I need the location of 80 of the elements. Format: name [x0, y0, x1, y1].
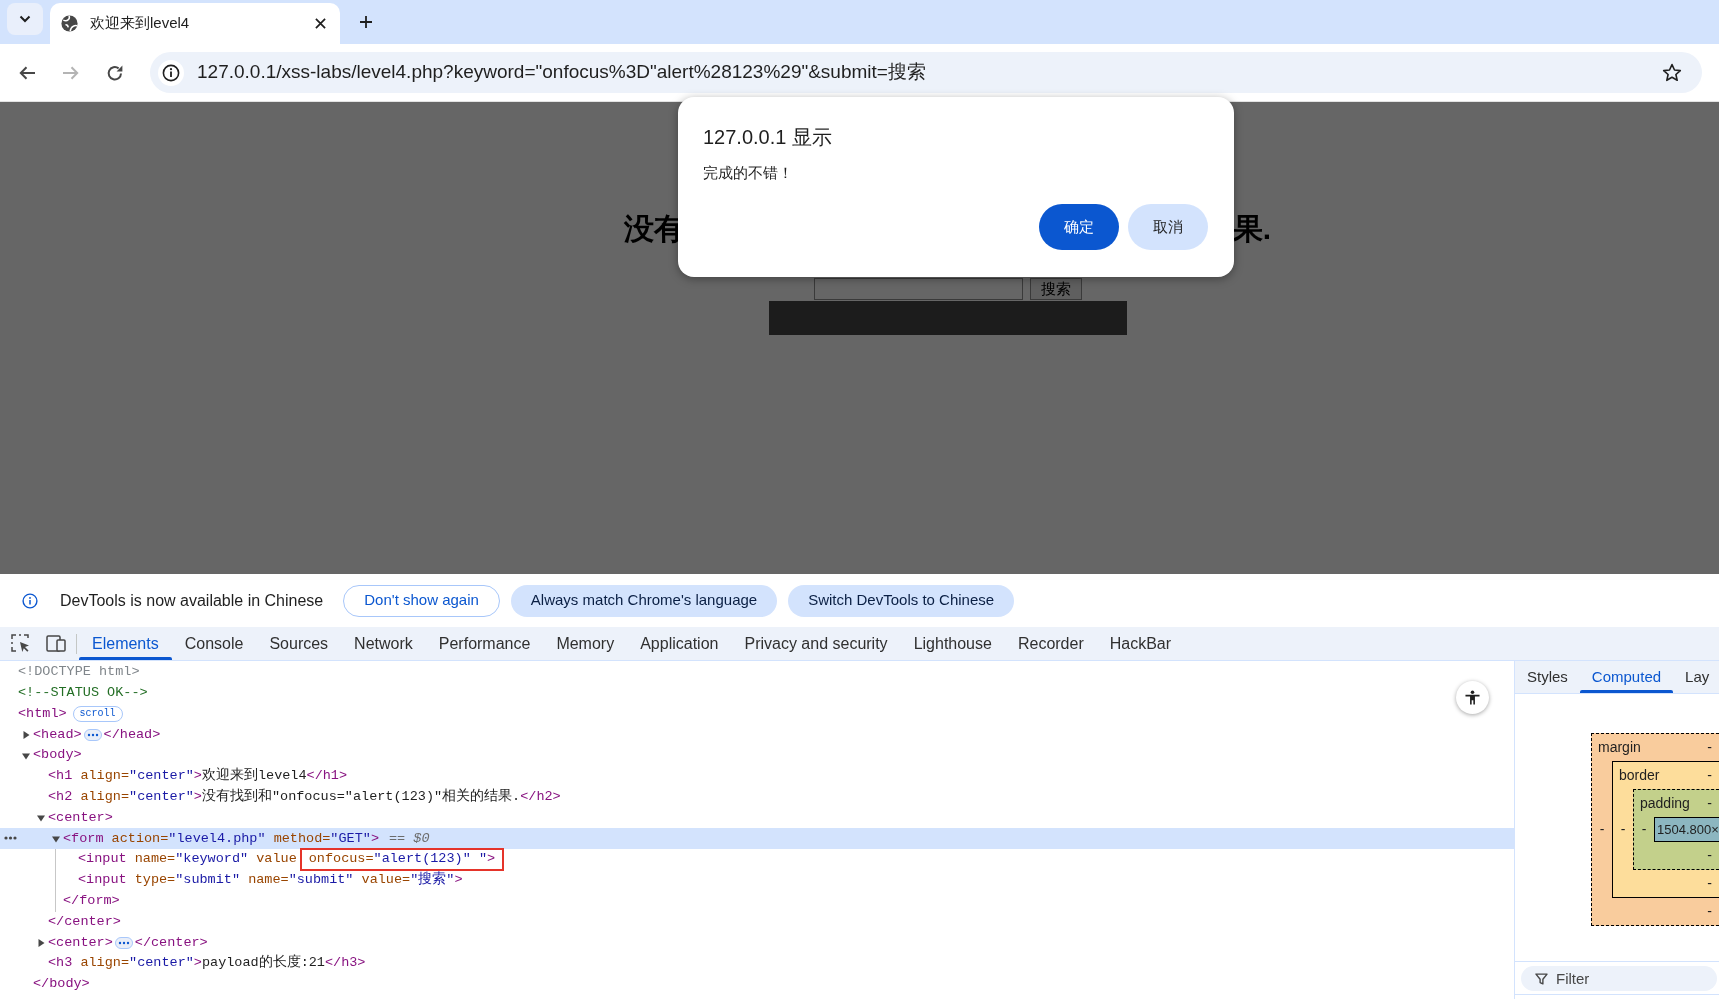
- person-icon: [1465, 690, 1480, 705]
- disclosure-triangle-icon[interactable]: [22, 751, 30, 760]
- dom-tree-row[interactable]: <form action="level4.php" method="GET"> == $0: [0, 828, 1514, 850]
- star-icon[interactable]: [1662, 62, 1682, 83]
- banner-button[interactable]: Don't show again: [343, 584, 500, 617]
- dom-tree-row[interactable]: </form>: [0, 890, 1514, 912]
- box-model-value: -: [1641, 820, 1647, 839]
- content-dimensions: 1504.800×: [1654, 817, 1719, 842]
- dom-tree-row[interactable]: <!DOCTYPE html>: [0, 662, 1514, 683]
- dom-tree-row[interactable]: <input name="keyword" value onfocus="alert(123)" ">: [0, 849, 1514, 870]
- heading-text: 没有: [624, 210, 684, 247]
- box-model-value: -: [1599, 820, 1605, 839]
- filter-field[interactable]: Filter: [1521, 965, 1717, 991]
- dom-tree-row[interactable]: <h2 align="center">没有找到和"onfocus="alert(123)"相关的结果.</h2>: [0, 786, 1514, 808]
- box-model-label: padding: [1640, 794, 1690, 813]
- accessibility-button[interactable]: [1456, 681, 1489, 714]
- devtools-tab[interactable]: Console: [171, 627, 257, 660]
- dom-tree-row[interactable]: <body>: [0, 745, 1514, 766]
- device-toolbar-icon[interactable]: [46, 635, 66, 652]
- devtools-tab[interactable]: Network: [341, 627, 426, 660]
- box-model-value: -: [1707, 794, 1712, 813]
- tab-search-button[interactable]: [7, 3, 43, 35]
- sidebar-tab[interactable]: Lay: [1673, 661, 1719, 693]
- ellipsis-icon[interactable]: [114, 936, 133, 949]
- dialog-title: 127.0.0.1 显示: [703, 126, 833, 148]
- globe-icon: [61, 15, 78, 32]
- disclosure-triangle-icon[interactable]: [22, 730, 30, 739]
- close-icon[interactable]: [315, 18, 326, 29]
- info-icon[interactable]: [158, 59, 184, 86]
- confirm-button[interactable]: 确定: [1039, 204, 1119, 250]
- devtools-tab[interactable]: Recorder: [1004, 627, 1097, 660]
- dom-tree-row[interactable]: <input type="submit" name="submit" value="搜索">: [0, 869, 1514, 891]
- filter-icon: [1535, 972, 1548, 985]
- devtools-tab[interactable]: Lighthouse: [900, 627, 1005, 660]
- reload-icon[interactable]: [106, 63, 124, 82]
- browser-tab[interactable]: 欢迎来到level4: [50, 3, 340, 44]
- cancel-button[interactable]: 取消: [1128, 204, 1208, 250]
- devtools-tab[interactable]: Performance: [425, 627, 544, 660]
- sidebar-tab[interactable]: Styles: [1515, 661, 1580, 693]
- dom-tree-row[interactable]: <html> scroll: [0, 703, 1514, 725]
- dom-tree-row[interactable]: <center> </center>: [0, 932, 1514, 954]
- disclosure-triangle-icon[interactable]: [37, 938, 45, 947]
- banner-message: DevTools is now available in Chinese: [60, 590, 324, 611]
- disclosure-triangle-icon[interactable]: [37, 813, 45, 822]
- heading-text: 果.: [1232, 210, 1271, 247]
- box-model-value: -: [1707, 766, 1712, 785]
- box-model-value: -: [1707, 902, 1712, 921]
- highlighted-code: onfocus="alert(123)" ">: [299, 848, 505, 872]
- dom-tree-row[interactable]: <h1 align="center">欢迎来到level4</h1>: [0, 766, 1514, 787]
- box-model-label: margin: [1598, 738, 1641, 757]
- box-model-value: -: [1707, 846, 1712, 865]
- inspect-element-icon[interactable]: [11, 634, 30, 653]
- address-bar[interactable]: 127.0.0.1/xss-labs/level4.php?keyword="onfocus%3D"alert%28123%29"&submit=搜索: [150, 52, 1702, 93]
- devtools-tab[interactable]: HackBar: [1096, 627, 1185, 660]
- box-model-value: -: [1620, 820, 1626, 839]
- devtools-tab[interactable]: Application: [627, 627, 732, 660]
- dom-tree-row[interactable]: <!--STATUS OK-->: [0, 682, 1514, 704]
- banner-button[interactable]: Always match Chrome's language: [510, 584, 778, 617]
- devtools-tab[interactable]: Sources: [256, 627, 342, 660]
- dom-tree-row[interactable]: <center>: [0, 807, 1514, 829]
- chevron-down-icon: [19, 15, 31, 23]
- box-model-label: border: [1619, 766, 1660, 785]
- dom-tree-row[interactable]: </center>: [0, 911, 1514, 933]
- box-model-value: -: [1707, 874, 1712, 893]
- disclosure-triangle-icon[interactable]: [52, 834, 60, 843]
- search-input-field[interactable]: [813, 278, 1023, 300]
- dialog-message: 完成的不错！: [703, 163, 794, 183]
- banner-button[interactable]: Switch DevTools to Chinese: [788, 584, 1015, 617]
- dom-tree-row[interactable]: <h3 align="center">payload的长度:21</h3>: [0, 953, 1514, 974]
- box-model-value: -: [1707, 738, 1712, 757]
- dom-tree-row[interactable]: <head> </head>: [0, 724, 1514, 746]
- devtools-tab[interactable]: Memory: [543, 627, 628, 660]
- devtools-tab[interactable]: Elements: [79, 627, 172, 660]
- plus-icon[interactable]: [359, 15, 373, 29]
- dom-tree-row[interactable]: </body>: [0, 973, 1514, 995]
- ellipsis-icon[interactable]: [83, 728, 102, 741]
- more-options-icon[interactable]: [4, 836, 17, 841]
- info-icon: [22, 592, 38, 609]
- devtools-tab[interactable]: Privacy and security: [731, 627, 901, 660]
- sidebar-tab[interactable]: Computed: [1579, 661, 1674, 693]
